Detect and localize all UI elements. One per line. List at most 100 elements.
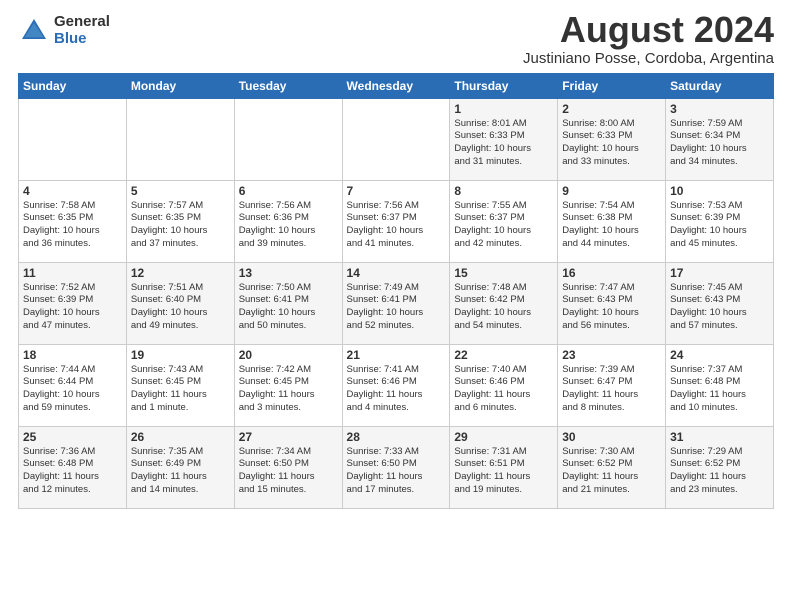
month-title: August 2024 <box>523 10 774 50</box>
day-number: 24 <box>670 348 769 362</box>
day-number: 3 <box>670 102 769 116</box>
day-number: 9 <box>562 184 661 198</box>
day-info: Sunrise: 7:36 AMSunset: 6:48 PMDaylight:… <box>23 446 122 497</box>
day-info: Sunrise: 7:30 AMSunset: 6:52 PMDaylight:… <box>562 446 661 497</box>
calendar-cell: 22 Sunrise: 7:40 AMSunset: 6:46 PMDayligh… <box>450 344 558 426</box>
day-number: 7 <box>347 184 446 198</box>
calendar-cell: 23Sunrise: 7:39 AMSunset: 6:47 PMDayligh… <box>558 344 666 426</box>
logo-icon <box>18 15 50 47</box>
calendar-cell: 9 Sunrise: 7:54 AMSunset: 6:38 PMDaylight… <box>558 180 666 262</box>
day-info: Sunrise: 7:49 AMSunset: 6:41 PMDaylight:… <box>347 282 446 333</box>
header: General Blue August 2024 Justiniano Poss… <box>18 10 774 67</box>
day-number: 8 <box>454 184 553 198</box>
page: General Blue August 2024 Justiniano Poss… <box>0 0 792 519</box>
day-info: Sunrise: 7:54 AMSunset: 6:38 PMDaylight:… <box>562 200 661 251</box>
calendar-cell: 3 Sunrise: 7:59 AMSunset: 6:34 PMDaylight… <box>666 98 774 180</box>
day-number: 6 <box>239 184 338 198</box>
day-info: Sunrise: 7:55 AMSunset: 6:37 PMDaylight:… <box>454 200 553 251</box>
calendar-cell: 14 Sunrise: 7:49 AMSunset: 6:41 PMDayligh… <box>342 262 450 344</box>
calendar-cell: 5Sunrise: 7:57 AMSunset: 6:35 PMDaylight… <box>126 180 234 262</box>
day-number: 28 <box>347 430 446 444</box>
day-info: Sunrise: 7:29 AMSunset: 6:52 PMDaylight:… <box>670 446 769 497</box>
day-info: Sunrise: 7:31 AMSunset: 6:51 PMDaylight:… <box>454 446 553 497</box>
day-info: Sunrise: 7:37 AMSunset: 6:48 PMDaylight:… <box>670 364 769 415</box>
header-day-monday: Monday <box>126 73 234 98</box>
day-number: 10 <box>670 184 769 198</box>
day-number: 19 <box>131 348 230 362</box>
logo-blue: Blue <box>54 31 110 48</box>
day-info: Sunrise: 7:47 AMSunset: 6:43 PMDaylight:… <box>562 282 661 333</box>
calendar-cell: 24 Sunrise: 7:37 AMSunset: 6:48 PMDayligh… <box>666 344 774 426</box>
calendar-week-3: 11Sunrise: 7:52 AMSunset: 6:39 PMDayligh… <box>19 262 774 344</box>
day-info: Sunrise: 7:35 AMSunset: 6:49 PMDaylight:… <box>131 446 230 497</box>
day-info: Sunrise: 7:41 AMSunset: 6:46 PMDaylight:… <box>347 364 446 415</box>
day-number: 16 <box>562 266 661 280</box>
day-info: Sunrise: 7:33 AMSunset: 6:50 PMDaylight:… <box>347 446 446 497</box>
day-info: Sunrise: 7:58 AMSunset: 6:35 PMDaylight:… <box>23 200 122 251</box>
day-info: Sunrise: 7:42 AMSunset: 6:45 PMDaylight:… <box>239 364 338 415</box>
calendar-cell: 15Sunrise: 7:48 AMSunset: 6:42 PMDayligh… <box>450 262 558 344</box>
day-info: Sunrise: 7:56 AMSunset: 6:36 PMDaylight:… <box>239 200 338 251</box>
header-row: SundayMondayTuesdayWednesdayThursdayFrid… <box>19 73 774 98</box>
day-info: Sunrise: 7:40 AMSunset: 6:46 PMDaylight:… <box>454 364 553 415</box>
day-info: Sunrise: 7:48 AMSunset: 6:42 PMDaylight:… <box>454 282 553 333</box>
calendar-cell: 18Sunrise: 7:44 AMSunset: 6:44 PMDayligh… <box>19 344 127 426</box>
day-number: 26 <box>131 430 230 444</box>
calendar-cell: 4Sunrise: 7:58 AMSunset: 6:35 PMDaylight… <box>19 180 127 262</box>
day-info: Sunrise: 7:44 AMSunset: 6:44 PMDaylight:… <box>23 364 122 415</box>
calendar-header: SundayMondayTuesdayWednesdayThursdayFrid… <box>19 73 774 98</box>
logo-text: General Blue <box>54 14 110 47</box>
day-number: 11 <box>23 266 122 280</box>
header-day-friday: Friday <box>558 73 666 98</box>
day-number: 14 <box>347 266 446 280</box>
calendar-cell: 10 Sunrise: 7:53 AMSunset: 6:39 PMDayligh… <box>666 180 774 262</box>
header-day-tuesday: Tuesday <box>234 73 342 98</box>
calendar-week-2: 4Sunrise: 7:58 AMSunset: 6:35 PMDaylight… <box>19 180 774 262</box>
header-day-thursday: Thursday <box>450 73 558 98</box>
day-info: Sunrise: 8:00 AMSunset: 6:33 PMDaylight:… <box>562 118 661 169</box>
day-number: 21 <box>347 348 446 362</box>
calendar-cell: 29 Sunrise: 7:31 AMSunset: 6:51 PMDayligh… <box>450 426 558 508</box>
day-number: 22 <box>454 348 553 362</box>
day-number: 30 <box>562 430 661 444</box>
day-info: Sunrise: 7:59 AMSunset: 6:34 PMDaylight:… <box>670 118 769 169</box>
day-info: Sunrise: 7:45 AMSunset: 6:43 PMDaylight:… <box>670 282 769 333</box>
calendar-cell: 2 Sunrise: 8:00 AMSunset: 6:33 PMDaylight… <box>558 98 666 180</box>
day-number: 17 <box>670 266 769 280</box>
logo-general: General <box>54 14 110 31</box>
calendar-cell: 1Sunrise: 8:01 AMSunset: 6:33 PMDaylight… <box>450 98 558 180</box>
day-number: 5 <box>131 184 230 198</box>
header-day-sunday: Sunday <box>19 73 127 98</box>
calendar-cell <box>234 98 342 180</box>
day-info: Sunrise: 7:56 AMSunset: 6:37 PMDaylight:… <box>347 200 446 251</box>
calendar-cell: 21 Sunrise: 7:41 AMSunset: 6:46 PMDayligh… <box>342 344 450 426</box>
day-number: 12 <box>131 266 230 280</box>
calendar-cell: 16 Sunrise: 7:47 AMSunset: 6:43 PMDayligh… <box>558 262 666 344</box>
calendar-cell <box>19 98 127 180</box>
header-day-wednesday: Wednesday <box>342 73 450 98</box>
calendar-cell: 6 Sunrise: 7:56 AMSunset: 6:36 PMDaylight… <box>234 180 342 262</box>
calendar-cell: 8 Sunrise: 7:55 AMSunset: 6:37 PMDaylight… <box>450 180 558 262</box>
calendar-cell: 31 Sunrise: 7:29 AMSunset: 6:52 PMDayligh… <box>666 426 774 508</box>
calendar-cell: 19Sunrise: 7:43 AMSunset: 6:45 PMDayligh… <box>126 344 234 426</box>
day-number: 1 <box>454 102 553 116</box>
day-number: 2 <box>562 102 661 116</box>
calendar-body: 1Sunrise: 8:01 AMSunset: 6:33 PMDaylight… <box>19 98 774 508</box>
calendar-week-1: 1Sunrise: 8:01 AMSunset: 6:33 PMDaylight… <box>19 98 774 180</box>
calendar-cell: 28 Sunrise: 7:33 AMSunset: 6:50 PMDayligh… <box>342 426 450 508</box>
day-info: Sunrise: 7:53 AMSunset: 6:39 PMDaylight:… <box>670 200 769 251</box>
day-number: 29 <box>454 430 553 444</box>
header-day-saturday: Saturday <box>666 73 774 98</box>
subtitle: Justiniano Posse, Cordoba, Argentina <box>523 50 774 67</box>
day-info: Sunrise: 7:50 AMSunset: 6:41 PMDaylight:… <box>239 282 338 333</box>
calendar-table: SundayMondayTuesdayWednesdayThursdayFrid… <box>18 73 774 509</box>
calendar-cell: 20 Sunrise: 7:42 AMSunset: 6:45 PMDayligh… <box>234 344 342 426</box>
logo: General Blue <box>18 14 110 47</box>
calendar-cell: 12 Sunrise: 7:51 AMSunset: 6:40 PMDayligh… <box>126 262 234 344</box>
calendar-cell <box>342 98 450 180</box>
day-number: 27 <box>239 430 338 444</box>
day-info: Sunrise: 7:39 AMSunset: 6:47 PMDaylight:… <box>562 364 661 415</box>
day-info: Sunrise: 7:51 AMSunset: 6:40 PMDaylight:… <box>131 282 230 333</box>
day-number: 31 <box>670 430 769 444</box>
day-number: 20 <box>239 348 338 362</box>
